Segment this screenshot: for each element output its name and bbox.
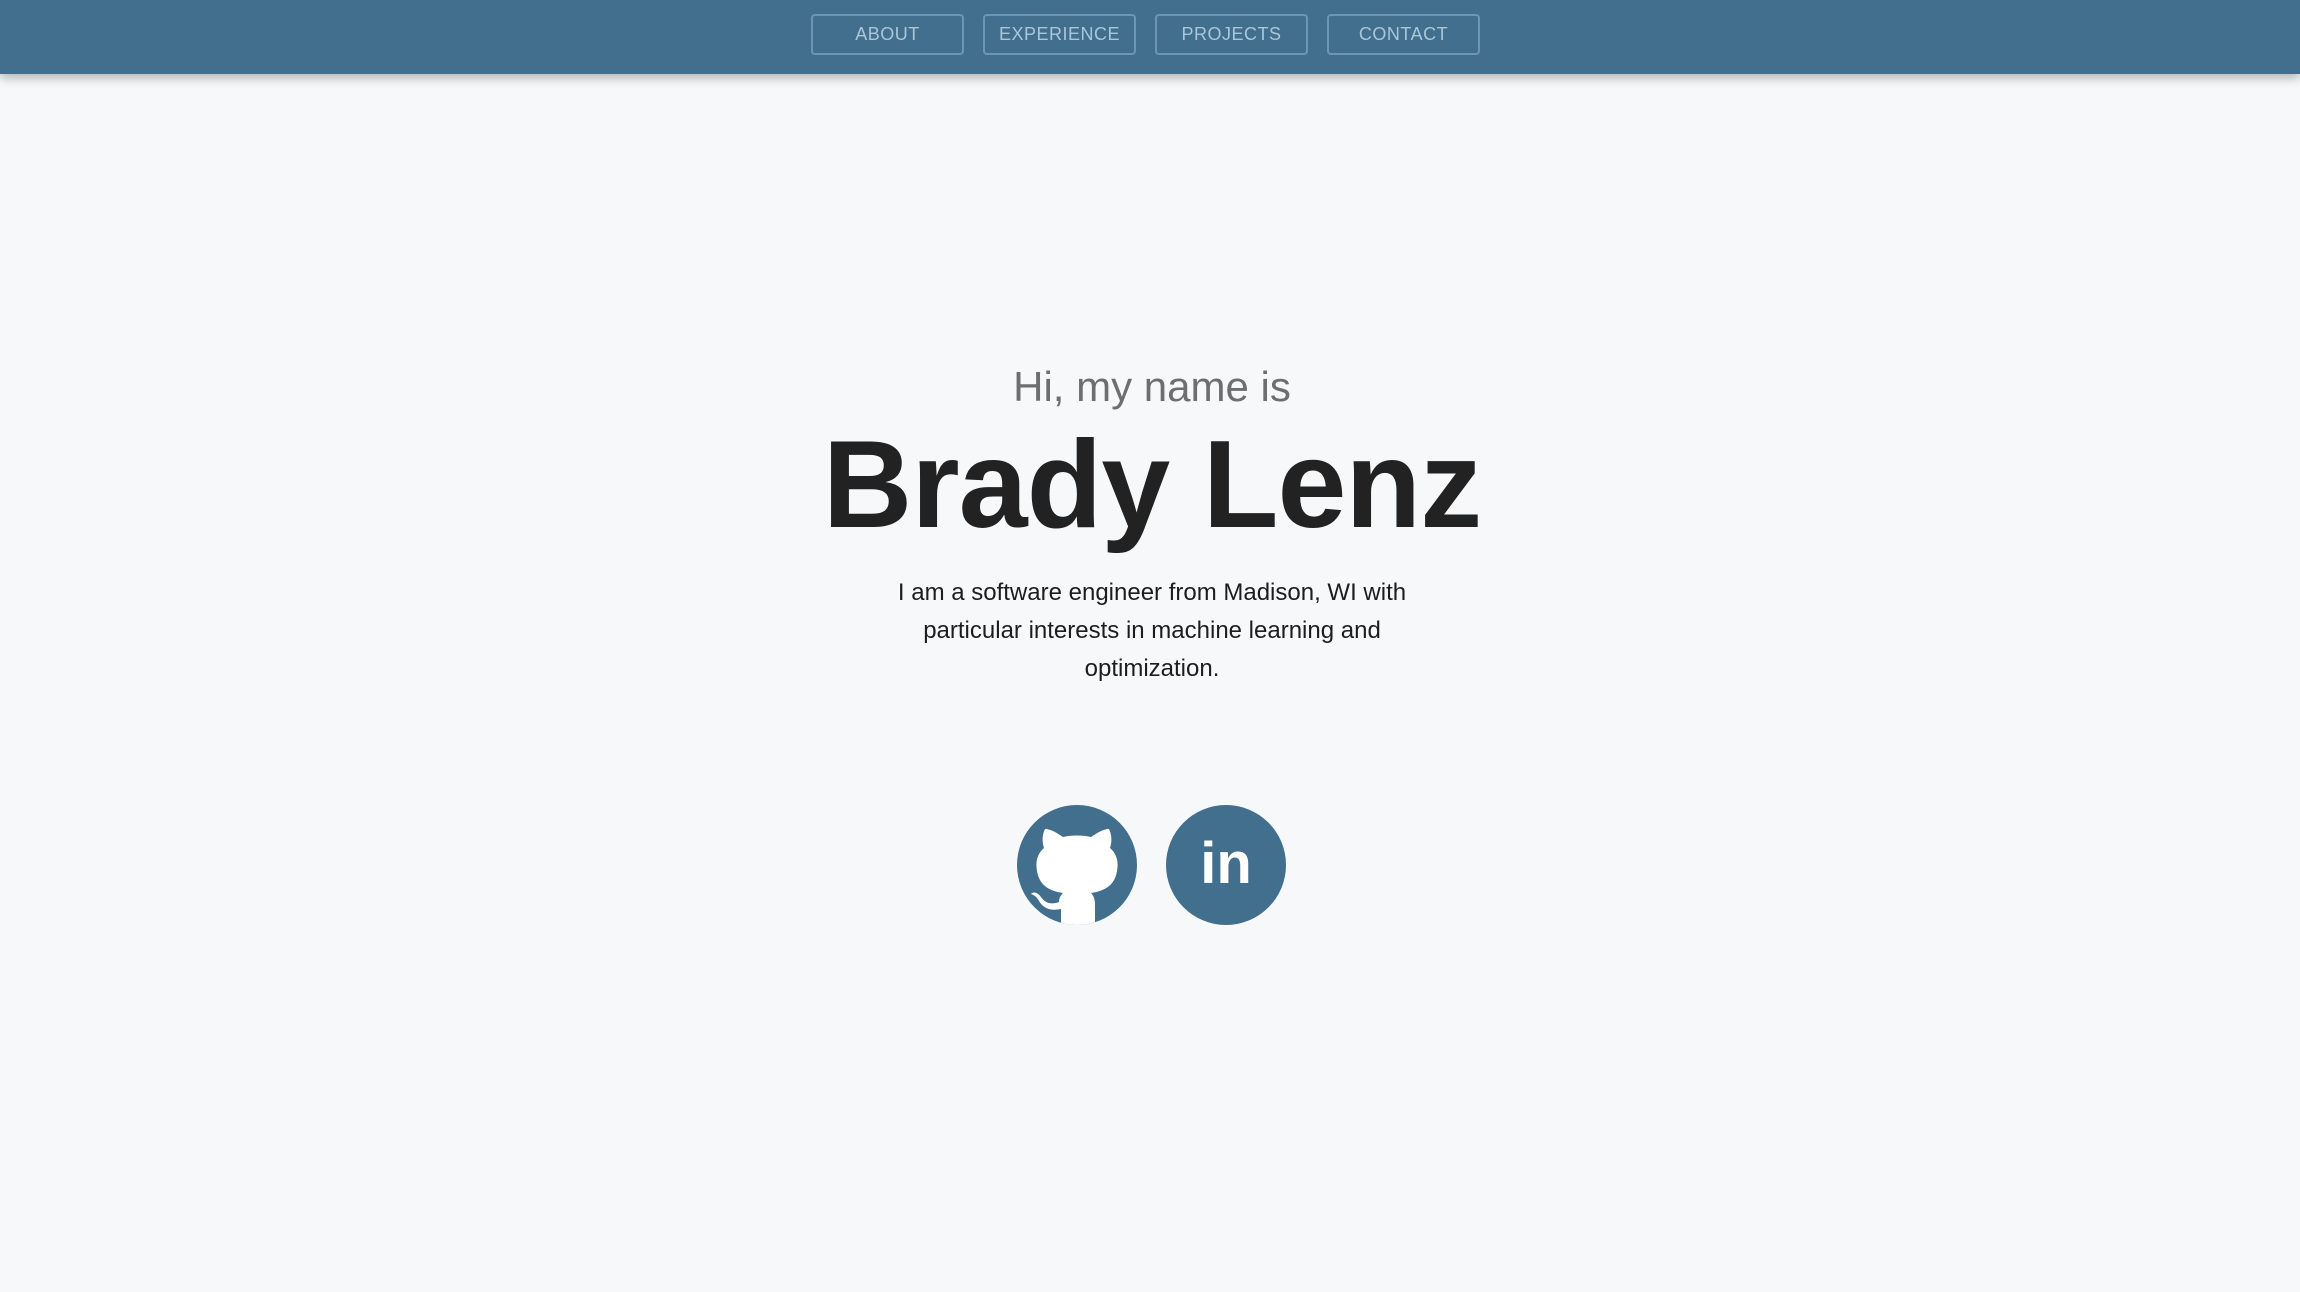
github-icon xyxy=(1031,829,1118,925)
nav-projects-button[interactable]: PROJECTS xyxy=(1155,14,1308,55)
top-navigation-bar: ABOUT EXPERIENCE PROJECTS CONTACT xyxy=(0,0,2300,74)
linkedin-icon-text: in xyxy=(1200,831,1252,896)
greeting-text: Hi, my name is xyxy=(1013,363,1291,410)
nav-contact-button[interactable]: CONTACT xyxy=(1327,14,1480,55)
nav-experience-button[interactable]: EXPERIENCE xyxy=(983,14,1136,55)
linkedin-link[interactable]: in xyxy=(1166,805,1286,925)
nav-about-button[interactable]: ABOUT xyxy=(811,14,964,55)
linkedin-icon: in xyxy=(1200,831,1252,896)
social-links: in xyxy=(1017,805,1286,925)
github-link[interactable] xyxy=(1017,805,1137,925)
main-nav: ABOUT EXPERIENCE PROJECTS CONTACT xyxy=(811,14,1480,55)
intro-text: I am a software engineer from Madison, W… xyxy=(897,579,1407,682)
page-title: Brady Lenz xyxy=(822,416,1482,554)
